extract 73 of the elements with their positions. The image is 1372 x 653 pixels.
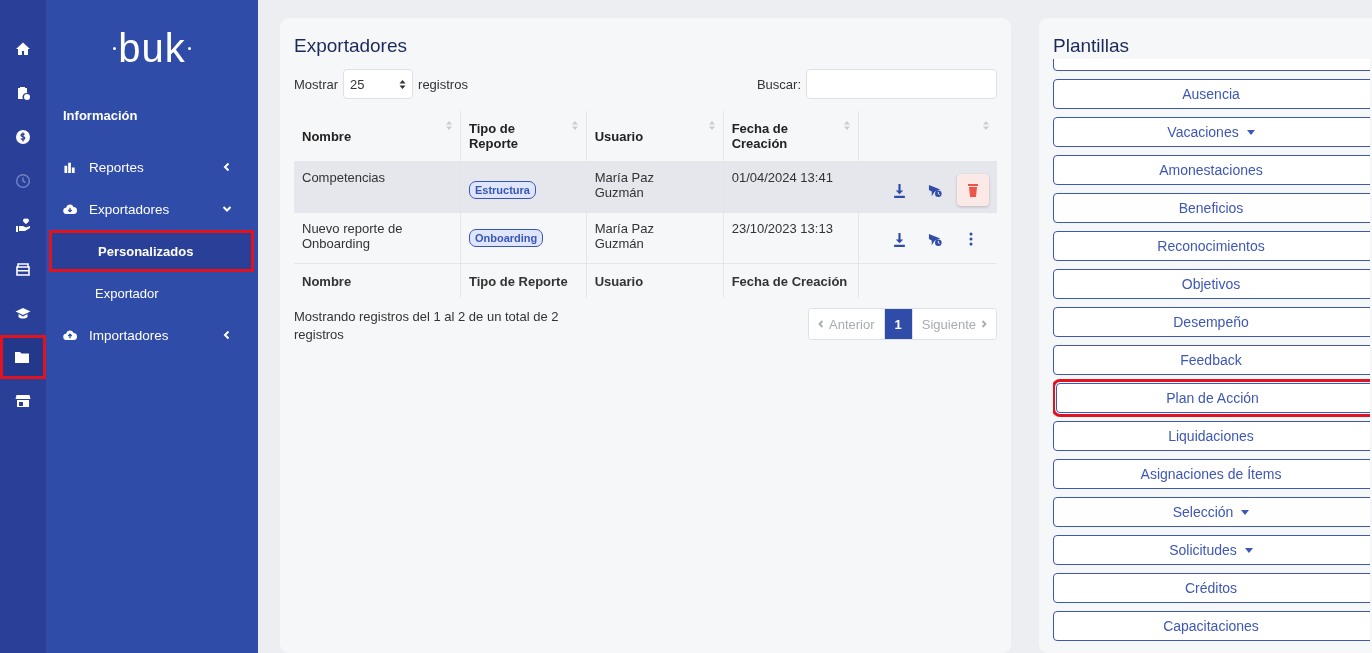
template-button[interactable]: Desempeño [1053,307,1370,337]
template-button[interactable]: Selección [1053,497,1370,527]
card-title: Exportadores [294,35,408,57]
length-label: registros [418,76,468,92]
logo: buk [46,28,258,68]
chevron-icon [222,204,232,214]
send-clock-icon [927,231,943,247]
menu-item-label: Exportadores [89,201,171,217]
menu-item[interactable]: Importadores [46,314,258,356]
kebab-menu-icon [969,232,973,246]
caret-icon [1246,129,1255,135]
template-button[interactable]: Feedback [1053,345,1370,375]
trash-icon [967,183,979,197]
menu-item-label: Reportes [89,159,145,175]
dollar-icon [15,129,31,145]
send-clock-icon [927,182,943,198]
chevron-icon [222,162,232,172]
search-field[interactable] [806,69,997,99]
template-button[interactable]: Reconocimientos [1053,231,1370,261]
cloud-upload-icon [63,328,77,342]
table-cell: 23/10/2023 13:13 [723,212,859,264]
hand-heart-icon [15,217,31,233]
chevron-right-icon [981,320,987,328]
template-button[interactable]: Objetivos [1053,269,1370,299]
chevron-left-icon [818,320,824,328]
download-icon [891,182,907,198]
type-badge: Onboarding [468,229,544,247]
caret-icon [1244,547,1253,553]
table-cell: María Paz Guzmán [586,161,724,213]
clock-icon [15,173,31,189]
bar-chart-icon [63,160,77,174]
table-cell: María Paz Guzmán [586,212,724,264]
clipboard-clock-icon [15,85,31,101]
records-info: Mostrando registros del 1 al 2 de un total de 2 registros [294,308,560,344]
home-icon [15,41,31,57]
column-footer: Usuario [586,263,724,298]
download-icon [891,231,907,247]
template-button[interactable]: Asignaciones de Ítems [1053,459,1370,489]
template-button[interactable]: Capacitaciones [1053,611,1370,641]
column-footer: Nombre [294,263,461,298]
submenu-item[interactable]: Exportador [49,272,254,314]
folder-icon [13,349,30,365]
sort-arrows-icon [399,78,407,90]
length-label: Mostrar [294,76,339,92]
chevron-icon [222,330,232,340]
template-button[interactable]: Solicitudes [1053,535,1370,565]
delete-button[interactable] [957,174,989,206]
pagination-button[interactable]: 1 [884,309,913,339]
template-button[interactable]: Vacaciones [1053,117,1370,147]
template-button[interactable]: Beneficios [1053,193,1370,223]
type-badge: Estructura [468,181,536,199]
cloud-download-icon [63,202,77,216]
template-button[interactable]: Amonestaciones [1053,155,1370,185]
menu-item[interactable]: Exportadores [46,188,258,230]
template-button[interactable]: Créditos [1053,573,1370,603]
template-button[interactable]: Ausencia [1053,79,1370,109]
search-label: Buscar: [756,76,801,92]
section-title: Información [62,108,139,123]
template-button[interactable]: Liquidaciones [1053,421,1370,451]
table-cell: Competencias [294,161,461,213]
column-footer: Tipo de Reporte [460,263,587,298]
rail-item[interactable] [0,335,46,379]
caret-icon [1241,509,1250,515]
page-length-select[interactable]: 25 [343,69,414,99]
table-cell: Nuevo reporte de Onboarding [294,212,461,264]
submenu-item[interactable]: Personalizados [49,230,254,272]
menu-item-label: Importadores [89,327,170,343]
card-title: Plantillas [1053,35,1131,57]
table-cell: 01/04/2024 13:41 [723,161,859,213]
store-icon [15,393,31,409]
graduation-cap-icon [15,305,31,321]
column-footer: Fecha de Creación [723,263,859,298]
menu-item[interactable]: Reportes [46,146,258,188]
